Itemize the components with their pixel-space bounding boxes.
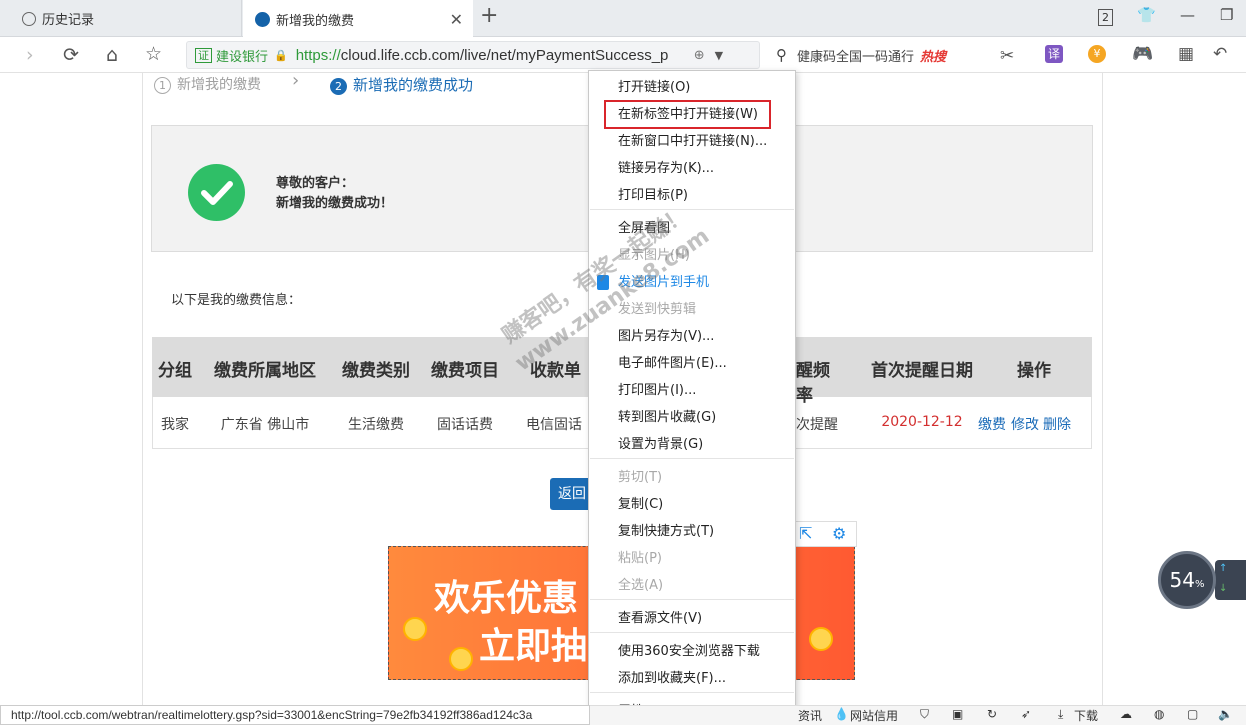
restore-button[interactable]: ❐ — [1220, 6, 1233, 24]
reload-icon[interactable]: ⟳ — [63, 44, 79, 66]
tab-count-badge[interactable]: 2 — [1098, 9, 1113, 26]
step-1: 1 新增我的缴费 — [154, 74, 261, 94]
context-menu-item[interactable]: 添加到收藏夹(F)... — [589, 665, 795, 692]
success-check-icon — [188, 164, 245, 221]
cert-badge: 证 — [195, 47, 212, 63]
th-actions: 操作 — [1017, 361, 1051, 381]
cell-region: 广东省 佛山市 — [220, 417, 310, 433]
window-icon[interactable]: ▢ — [1187, 707, 1198, 721]
th-first-date: 首次提醒日期 — [871, 361, 973, 381]
highlight-box — [604, 100, 771, 129]
banner-subtitle: 立即抽 — [479, 626, 588, 667]
context-menu-item: 剪切(T) — [618, 470, 663, 485]
star-bookmark-icon[interactable]: ☆ — [145, 43, 162, 65]
th-frequency: 醒频率 — [796, 361, 830, 406]
refresh-circle-icon[interactable]: ↻ — [987, 707, 997, 721]
context-menu-item[interactable]: 查看源文件(V) — [589, 605, 795, 632]
context-menu-item: 全选(A) — [618, 578, 664, 593]
tab-history[interactable]: 历史记录 — [0, 0, 242, 37]
new-tab-button[interactable]: + — [480, 3, 498, 28]
game-icon[interactable]: 🎮 — [1132, 44, 1153, 64]
coin-icon — [403, 617, 427, 641]
chevron-down-icon[interactable]: ▼ — [715, 49, 723, 62]
download-icon[interactable]: ⤓ — [1058, 707, 1063, 722]
menu-separator — [590, 692, 794, 693]
context-menu-item[interactable]: 链接另存为(K)... — [589, 155, 795, 182]
globe-icon[interactable]: ◍ — [1154, 707, 1164, 721]
context-menu-item[interactable]: 打开链接(O) — [589, 74, 795, 101]
step-arrow-icon: › — [292, 70, 300, 91]
context-menu-item[interactable]: 设置为背景(G) — [589, 431, 795, 458]
tab-add-payment[interactable]: 新增我的缴费 ✕ — [243, 0, 473, 38]
cell-item: 固话话费 — [437, 417, 493, 433]
share-icon[interactable]: ⇱ — [799, 524, 812, 543]
download-item[interactable]: 下载 — [1074, 707, 1098, 724]
pay-link[interactable]: 缴费 — [978, 414, 1006, 434]
cell-category: 生活缴费 — [348, 417, 404, 433]
clock-icon — [22, 11, 36, 26]
close-tab-icon[interactable]: ✕ — [450, 10, 463, 29]
menu-separator — [590, 632, 794, 633]
coin-icon — [449, 647, 473, 671]
search-icon: ⚲ — [776, 46, 787, 64]
context-menu-item[interactable]: 使用360安全浏览器下载 — [589, 638, 795, 665]
context-menu-item[interactable]: 复制快捷方式(T) — [589, 518, 795, 545]
rocket-icon[interactable]: ➶ — [1021, 707, 1031, 721]
banner-title: 欢乐优惠 — [434, 578, 579, 619]
tab-label: 历史记录 — [42, 13, 95, 28]
context-menu-item[interactable]: 复制(C) — [589, 491, 795, 518]
status-url: http://tool.ccb.com/webtran/realtimelott… — [0, 705, 590, 725]
drop-icon: 💧 — [834, 707, 849, 721]
shield-icon[interactable]: ⛉ — [920, 707, 929, 722]
download-arrow-icon: ↓ — [1219, 583, 1228, 594]
step-2: 2 新增我的缴费成功 — [330, 74, 473, 95]
forward-icon[interactable]: › — [26, 44, 34, 66]
context-menu-item: 粘贴(P) — [618, 551, 662, 566]
minimize-button[interactable]: — — [1180, 6, 1195, 24]
home-icon[interactable]: ⌂ — [106, 44, 118, 66]
cell-first-date: 2020-12-12 — [881, 414, 963, 430]
edit-link[interactable]: 修改 — [1011, 414, 1039, 434]
news-item[interactable]: 资讯 — [798, 707, 822, 724]
info-label: 以下是我的缴费信息： — [171, 293, 302, 308]
undo-icon[interactable]: ↶ — [1213, 44, 1227, 64]
search-suggestion: 健康码全国一码通行 — [797, 49, 915, 65]
apps-grid-icon[interactable]: ▦ — [1178, 44, 1194, 64]
memory-speed-widget[interactable]: 54% — [1158, 551, 1216, 609]
delete-link[interactable]: 删除 — [1043, 414, 1071, 434]
coupon-icon[interactable]: ¥ — [1088, 45, 1106, 63]
translate-icon[interactable]: 译 — [1045, 45, 1063, 63]
image-icon[interactable]: ▣ — [952, 707, 963, 721]
cell-frequency: 次提醒 — [796, 417, 838, 433]
success-message: 新增我的缴费成功！ — [276, 196, 394, 211]
tab-label: 新增我的缴费 — [276, 13, 355, 29]
scissors-icon[interactable]: ✂ — [1000, 46, 1014, 66]
cloud-icon[interactable]: ☁ — [1120, 707, 1132, 721]
reader-icon[interactable]: ⊕ — [694, 48, 705, 63]
upload-arrow-icon: ↑ — [1219, 563, 1228, 574]
shirt-skin-icon[interactable]: 👕 — [1137, 6, 1156, 24]
url-text[interactable]: https://cloud.life.ccb.com/live/net/myPa… — [296, 47, 686, 64]
cell-group: 我家 — [161, 417, 189, 433]
greeting: 尊敬的客户： — [276, 176, 355, 191]
th-category: 缴费类别 — [342, 361, 410, 381]
th-region: 缴费所属地区 — [214, 361, 316, 381]
lock-icon: 🔒 — [274, 48, 288, 62]
menu-separator — [590, 458, 794, 459]
gear-icon[interactable]: ⚙ — [832, 524, 846, 543]
address-bar[interactable]: 证 建设银行 🔒 https://cloud.life.ccb.com/live… — [186, 41, 760, 69]
context-menu-item[interactable]: 在新窗口中打开链接(N)... — [589, 128, 795, 155]
ccb-logo-icon — [255, 11, 270, 27]
cert-owner: 建设银行 — [216, 49, 269, 65]
site-credit-item[interactable]: 网站信用 — [850, 707, 898, 724]
coin-icon — [809, 627, 833, 651]
th-group: 分组 — [158, 361, 192, 381]
hot-search-label: 热搜 — [920, 49, 947, 65]
volume-icon[interactable]: 🔈 — [1218, 707, 1233, 721]
search-box[interactable]: ⚲ 健康码全国一码通行 热搜 — [776, 42, 982, 68]
back-button[interactable]: 返回 — [550, 478, 590, 510]
menu-separator — [590, 599, 794, 600]
